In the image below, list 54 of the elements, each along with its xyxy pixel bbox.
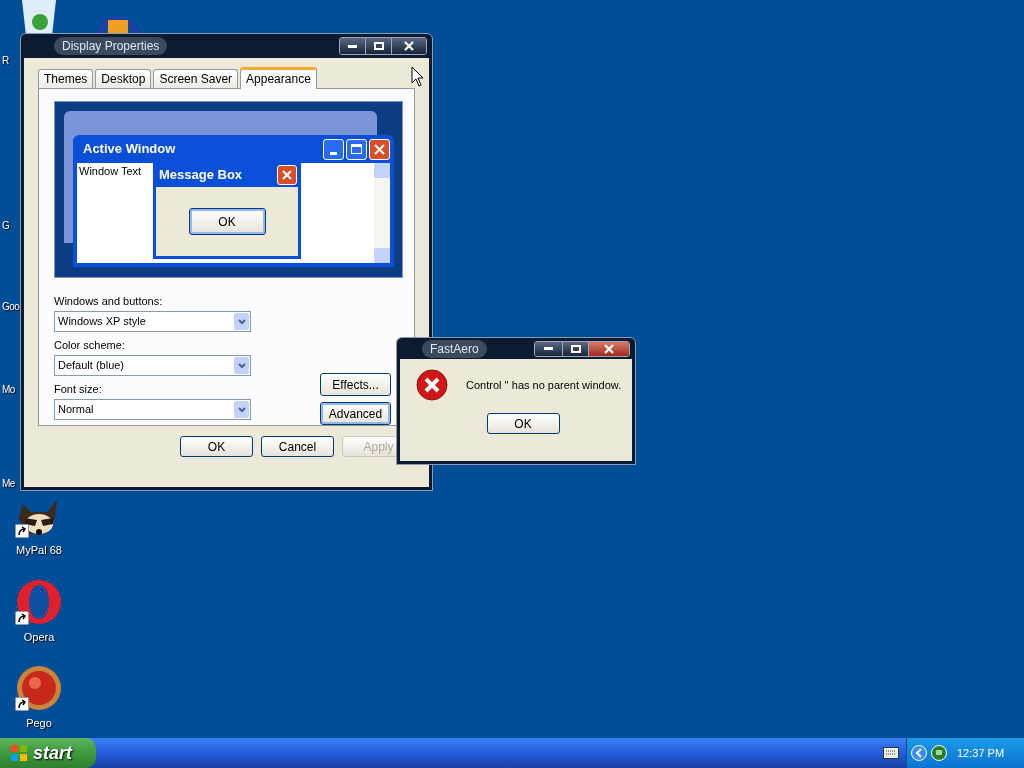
field-label: Windows and buttons: — [54, 295, 164, 308]
maximize-icon — [346, 138, 367, 160]
close-button[interactable] — [589, 341, 629, 356]
tab[interactable]: Screen Saver — [153, 69, 239, 88]
maximize-button[interactable] — [366, 38, 392, 54]
dialog-button[interactable]: Cancel — [261, 436, 334, 457]
error-message: Control '' has no parent window. — [466, 377, 622, 393]
network-icon[interactable] — [931, 745, 947, 761]
window-title: FastAero — [422, 339, 487, 358]
start-button[interactable]: start — [0, 738, 96, 768]
windows-logo-icon — [10, 744, 28, 762]
dialog-button[interactable]: Effects... — [320, 373, 391, 396]
minimize-button[interactable] — [340, 38, 366, 54]
field-label: Font size: — [54, 383, 103, 396]
tab[interactable]: Appearance — [240, 67, 317, 89]
tab[interactable]: Themes — [38, 69, 94, 88]
dialog-button[interactable]: OK — [180, 436, 253, 457]
close-icon — [404, 41, 414, 51]
window-text: Window Text — [78, 164, 142, 179]
dropdown-field[interactable]: Normal — [54, 399, 251, 420]
desktop-icon-label[interactable]: R — [2, 53, 9, 68]
mouse-cursor-icon — [411, 66, 425, 88]
dropdown-field[interactable]: Windows XP style — [54, 311, 251, 332]
preview-title: Active Window — [83, 140, 176, 159]
ok-button[interactable]: OK — [486, 413, 560, 434]
tab[interactable]: Desktop — [95, 69, 152, 88]
desktop-icon-label[interactable]: G — [2, 218, 10, 233]
desktop-icon-label[interactable]: Me — [2, 476, 15, 491]
shortcut-arrow-icon — [15, 610, 29, 625]
desktop-icon-label[interactable]: MyPal 68 — [16, 542, 62, 559]
field-label: Color scheme: — [54, 339, 126, 352]
chevron-left-icon[interactable] — [911, 745, 927, 761]
pego-icon — [15, 665, 63, 711]
close-icon — [604, 343, 614, 354]
desktop-icon-label[interactable]: Mo — [2, 382, 15, 397]
clock: 12:37 PM — [957, 745, 1005, 761]
preview-title: Message Box — [159, 166, 243, 185]
desktop-icon-label[interactable]: Pego — [26, 715, 52, 732]
close-button[interactable] — [392, 38, 426, 54]
maximize-button[interactable] — [563, 341, 589, 356]
dropdown-field[interactable]: Default (blue) — [54, 355, 251, 376]
desktop-icon-label[interactable]: Goo — [2, 299, 20, 314]
close-icon — [277, 165, 297, 185]
dialog-button[interactable]: Advanced — [320, 402, 391, 425]
opera-icon — [15, 578, 63, 625]
error-icon — [416, 369, 448, 401]
keyboard-icon[interactable] — [883, 747, 899, 759]
minimize-button[interactable] — [535, 341, 563, 356]
desktop-icon-label[interactable]: Opera — [23, 628, 55, 645]
close-icon — [369, 138, 390, 160]
shortcut-arrow-icon — [15, 524, 29, 538]
window-title: Display Properties — [54, 37, 168, 55]
shortcut-arrow-icon — [15, 697, 29, 711]
minimize-icon — [323, 138, 344, 160]
